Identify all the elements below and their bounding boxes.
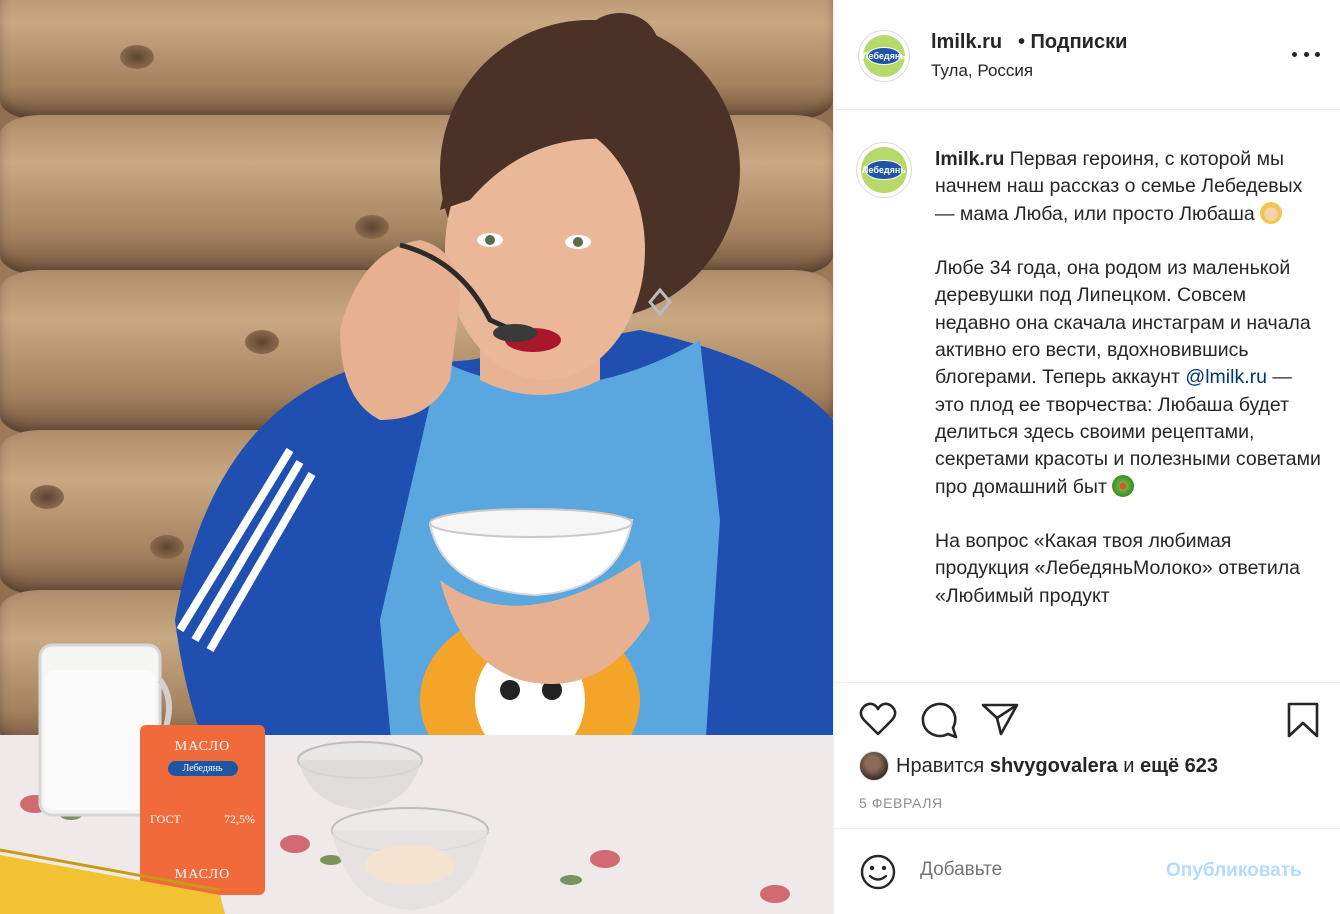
caption-avatar[interactable]: Лебедянь [856,142,912,198]
post-header: Лебедянь lmilk.ru • Подписки Тула, Росси… [834,0,1340,110]
share-icon[interactable] [981,701,1019,737]
likes-user[interactable]: shvygovalera [990,755,1118,777]
post-actions: Нравится shvygovalera и ещё 623 5 ФЕВРАЛ… [834,682,1340,828]
add-comment-bar: Опубликовать [834,828,1340,914]
post-sidebar: Лебедянь lmilk.ru • Подписки Тула, Росси… [833,0,1340,914]
likes-count[interactable]: ещё 623 [1140,755,1218,777]
avatar-logo-text: Лебедянь [862,160,906,180]
likes-and: и [1123,755,1135,777]
banana [0,848,225,914]
comments-section: Лебедянь lmilk.ru Первая героиня, с кото… [834,110,1340,682]
liker-avatar[interactable] [859,751,889,781]
salad-emoji-icon [1112,474,1135,497]
comment-icon[interactable] [920,701,958,739]
post-date[interactable]: 5 ФЕВРАЛЯ [859,795,943,811]
post-location[interactable]: Тула, Россия [931,61,1033,81]
butter-pack-brand: Лебедянь [167,761,238,776]
account-username[interactable]: lmilk.ru [931,31,1002,54]
post-caption: lmilk.ru Первая героиня, с которой мы на… [935,146,1325,637]
caption-paragraph-3: На вопрос «Какая твоя любимая продукция … [935,530,1300,607]
account-avatar[interactable]: Лебедянь [858,30,910,82]
likes-prefix: Нравится [896,755,985,777]
following-button[interactable]: • Подписки [1018,31,1127,54]
avatar-logo-text: Лебедянь [862,46,906,66]
post-photo[interactable]: МАСЛО Лебедянь ГОСТ 72,5% МАСЛО [0,0,833,914]
bookmark-icon[interactable] [1286,701,1320,739]
glass-bowls [297,741,489,910]
woman-emoji-icon [1260,201,1283,224]
butter-pack-fat: 72,5% [224,812,255,826]
caption-mention-link[interactable]: @lmilk.ru [1185,366,1267,388]
more-options-icon[interactable] [1292,44,1320,64]
butter-pack-label-top: МАСЛО [174,739,231,754]
publish-button[interactable]: Опубликовать [1166,860,1302,882]
butter-pack-gost: ГОСТ [150,812,181,826]
emoji-picker-icon[interactable] [859,853,897,891]
caption-username[interactable]: lmilk.ru [935,148,1004,170]
heart-icon[interactable] [859,701,897,737]
likes-summary[interactable]: Нравится shvygovalera и ещё 623 [896,755,1218,778]
comment-input[interactable] [920,859,1160,881]
